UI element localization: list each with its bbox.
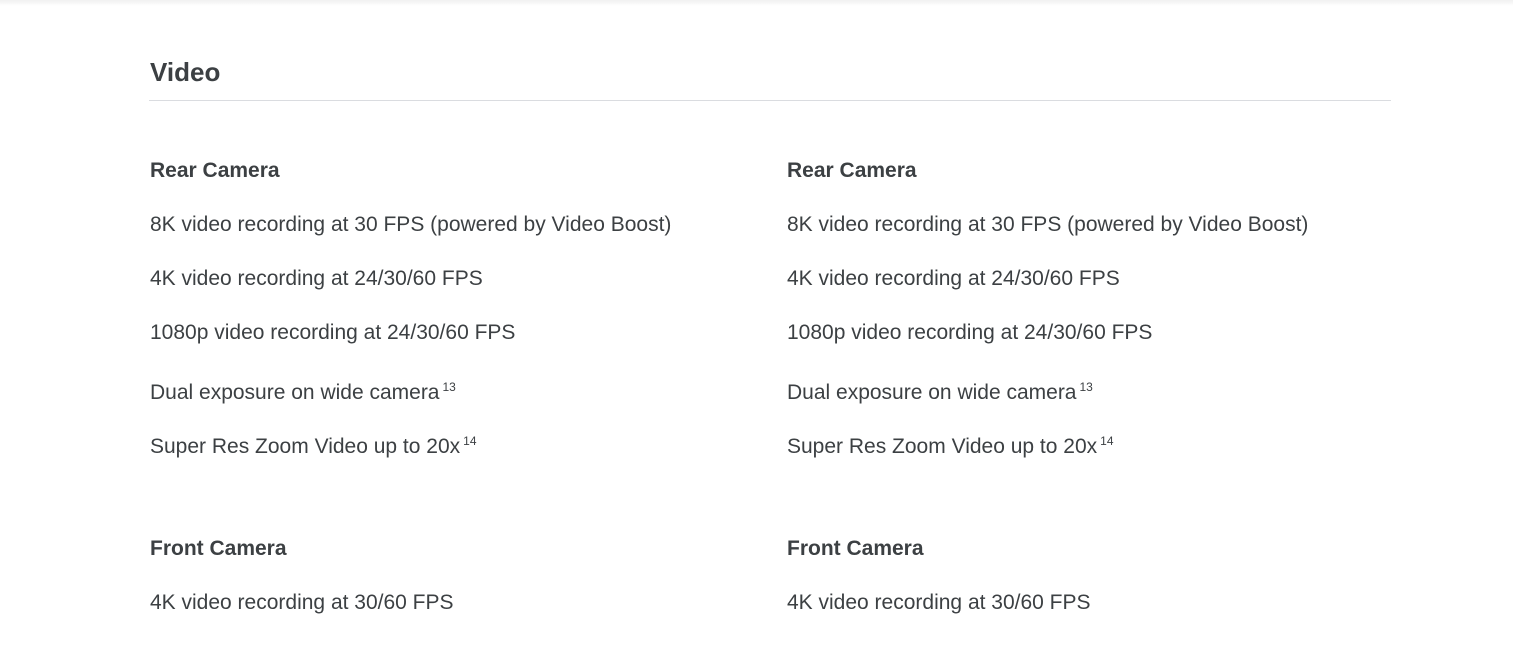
rear-camera-group: Rear Camera 8K video recording at 30 FPS… xyxy=(787,155,1387,458)
footnote-link[interactable]: 14 xyxy=(1100,434,1113,448)
spec-text: 4K video recording at 30/60 FPS xyxy=(150,591,454,614)
rear-camera-heading: Rear Camera xyxy=(787,159,917,182)
spec-text: Dual exposure on wide camera xyxy=(787,381,1077,404)
spec-item: 1080p video recording at 24/30/60 FPS xyxy=(787,317,1387,349)
front-camera-group: Front Camera 4K video recording at 30/60… xyxy=(787,533,1387,619)
spec-item: 4K video recording at 30/60 FPS xyxy=(787,587,1387,619)
spec-text: Super Res Zoom Video up to 20x xyxy=(150,435,461,458)
spec-item: 1080p video recording at 24/30/60 FPS xyxy=(150,317,750,349)
spec-text: 1080p video recording at 24/30/60 FPS xyxy=(150,321,516,344)
spec-item: 4K video recording at 24/30/60 FPS xyxy=(787,263,1387,295)
rear-camera-heading: Rear Camera xyxy=(150,159,280,182)
spec-text: Dual exposure on wide camera xyxy=(150,381,440,404)
spec-item: Super Res Zoom Video up to 20x 14 xyxy=(787,425,1387,458)
spec-text: 1080p video recording at 24/30/60 FPS xyxy=(787,321,1153,344)
spec-item: Dual exposure on wide camera 13 xyxy=(787,371,1387,404)
spec-item: 8K video recording at 30 FPS (powered by… xyxy=(787,209,1387,241)
front-camera-heading: Front Camera xyxy=(150,537,287,560)
spec-text: 4K video recording at 30/60 FPS xyxy=(787,591,1091,614)
footnote-link[interactable]: 13 xyxy=(1080,380,1093,394)
footnote-link[interactable]: 13 xyxy=(443,380,456,394)
spec-text: Super Res Zoom Video up to 20x xyxy=(787,435,1098,458)
spec-item: 8K video recording at 30 FPS (powered by… xyxy=(150,209,750,241)
front-camera-heading: Front Camera xyxy=(787,537,924,560)
top-shadow xyxy=(0,0,1513,6)
rear-camera-spec-list: 8K video recording at 30 FPS (powered by… xyxy=(787,209,1387,458)
rear-camera-group: Rear Camera 8K video recording at 30 FPS… xyxy=(150,155,750,458)
section-title: Video xyxy=(150,57,221,87)
spec-text: 4K video recording at 24/30/60 FPS xyxy=(787,267,1120,290)
front-camera-spec-list: 4K video recording at 30/60 FPS xyxy=(787,587,1387,619)
footnote-link[interactable]: 14 xyxy=(463,434,476,448)
spec-item: Super Res Zoom Video up to 20x 14 xyxy=(150,425,750,458)
section-divider xyxy=(149,100,1391,101)
spec-item: 4K video recording at 24/30/60 FPS xyxy=(150,263,750,295)
rear-camera-spec-list: 8K video recording at 30 FPS (powered by… xyxy=(150,209,750,458)
front-camera-group: Front Camera 4K video recording at 30/60… xyxy=(150,533,750,619)
spec-text: 8K video recording at 30 FPS (powered by… xyxy=(150,213,672,236)
spec-text: 8K video recording at 30 FPS (powered by… xyxy=(787,213,1309,236)
front-camera-spec-list: 4K video recording at 30/60 FPS xyxy=(150,587,750,619)
spec-text: 4K video recording at 24/30/60 FPS xyxy=(150,267,483,290)
spec-item: Dual exposure on wide camera 13 xyxy=(150,371,750,404)
spec-item: 4K video recording at 30/60 FPS xyxy=(150,587,750,619)
